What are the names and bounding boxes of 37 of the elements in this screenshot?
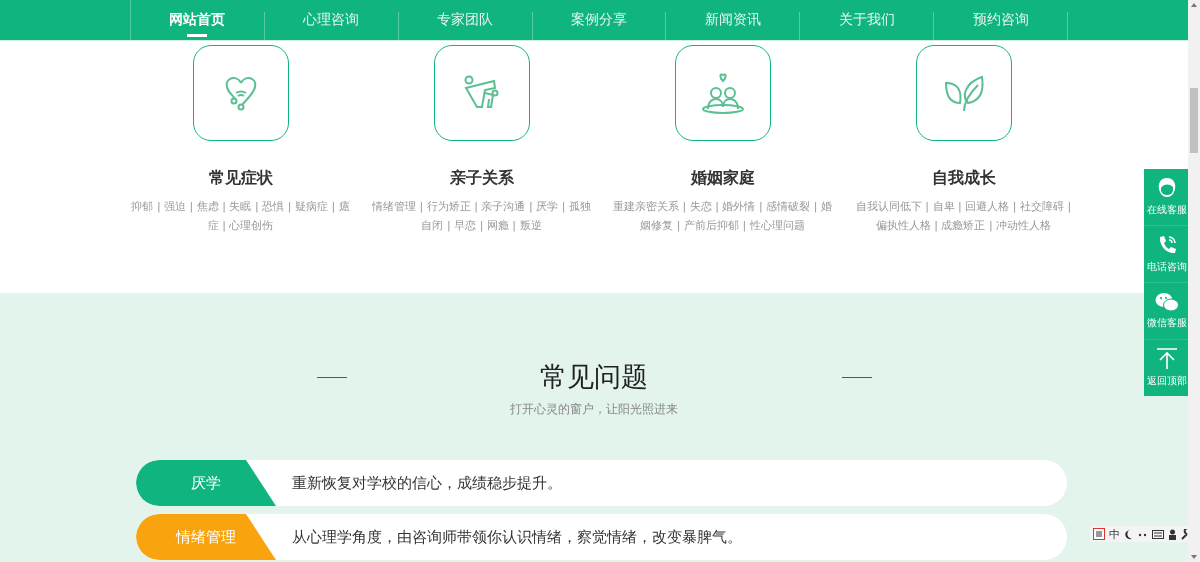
category-tags: 自我认同低下 | 自卑 | 回避人格 | 社交障碍 | 偏执性人格 | 成瘾矫正 | 冲动性人格 bbox=[850, 197, 1077, 235]
category-tags: 情绪管理 | 行为矫正 | 亲子沟通 | 厌学 | 孤独自闭 | 早恋 | 网瘾 | 叛逆 bbox=[368, 197, 595, 235]
icon-tile[interactable] bbox=[674, 45, 771, 141]
category-tags: 抑郁 | 强迫 | 焦虑 | 失眠 | 恐惧 | 疑病症 | 癔症 | 心理创伤 bbox=[127, 197, 354, 235]
chat-bubbles-icon bbox=[1155, 292, 1179, 312]
scrollbar-thumb[interactable] bbox=[1190, 88, 1198, 153]
person-icon[interactable] bbox=[1168, 528, 1177, 540]
faq-row[interactable]: 厌学 重新恢复对学校的信心，成绩稳步提升。 bbox=[136, 460, 1067, 506]
icon-tile[interactable] bbox=[915, 45, 1012, 141]
side-tool-button[interactable]: 返回顶部 bbox=[1144, 340, 1190, 396]
back-to-top-icon bbox=[1156, 348, 1178, 370]
category-title: 亲子关系 bbox=[449, 167, 514, 189]
category-title: 常见症状 bbox=[208, 167, 273, 189]
moon-icon[interactable] bbox=[1124, 528, 1134, 540]
couple-heart-icon bbox=[700, 71, 745, 115]
faq-answer: 重新恢复对学校的信心，成绩稳步提升。 bbox=[292, 473, 562, 493]
faq-label: 厌学 bbox=[136, 460, 276, 506]
faq-row[interactable]: 情绪管理 从心理学角度，由咨询师带领你认识情绪，察觉情绪，改变暴脾气。 bbox=[136, 514, 1067, 560]
scroll-down-icon[interactable] bbox=[1191, 555, 1197, 559]
section-title: 常见问题 bbox=[539, 360, 649, 394]
side-tool-button[interactable]: 微信客服 bbox=[1144, 283, 1190, 340]
ime-mode[interactable]: 中 bbox=[1109, 526, 1120, 542]
faq-answer: 从心理学角度，由咨询师带领你认识情绪，察觉情绪，改变暴脾气。 bbox=[292, 527, 742, 547]
support-agent-icon bbox=[1156, 177, 1178, 199]
scroll-up-icon[interactable] bbox=[1191, 3, 1197, 7]
active-underline bbox=[187, 34, 208, 37]
icon-tile[interactable] bbox=[192, 45, 289, 141]
category-tags: 重建亲密关系 | 失恋 | 婚外情 | 感情破裂 | 婚姻修复 | 产前后抑郁 | 性心理问题 bbox=[609, 197, 836, 235]
side-tool-button[interactable]: 电话咨询 bbox=[1144, 226, 1190, 283]
faq-label: 情绪管理 bbox=[136, 514, 276, 560]
icon-tile[interactable] bbox=[433, 45, 530, 141]
category-title: 婚姻家庭 bbox=[690, 167, 755, 189]
category-title: 自我成长 bbox=[931, 167, 996, 189]
section-subtitle: 打开心灵的窗户，让阳光照进来 bbox=[509, 401, 679, 418]
ime-logo-icon[interactable] bbox=[1093, 528, 1105, 540]
side-tool-button[interactable]: 在线客服 bbox=[1144, 169, 1190, 226]
keyboard-icon[interactable] bbox=[1152, 529, 1164, 539]
